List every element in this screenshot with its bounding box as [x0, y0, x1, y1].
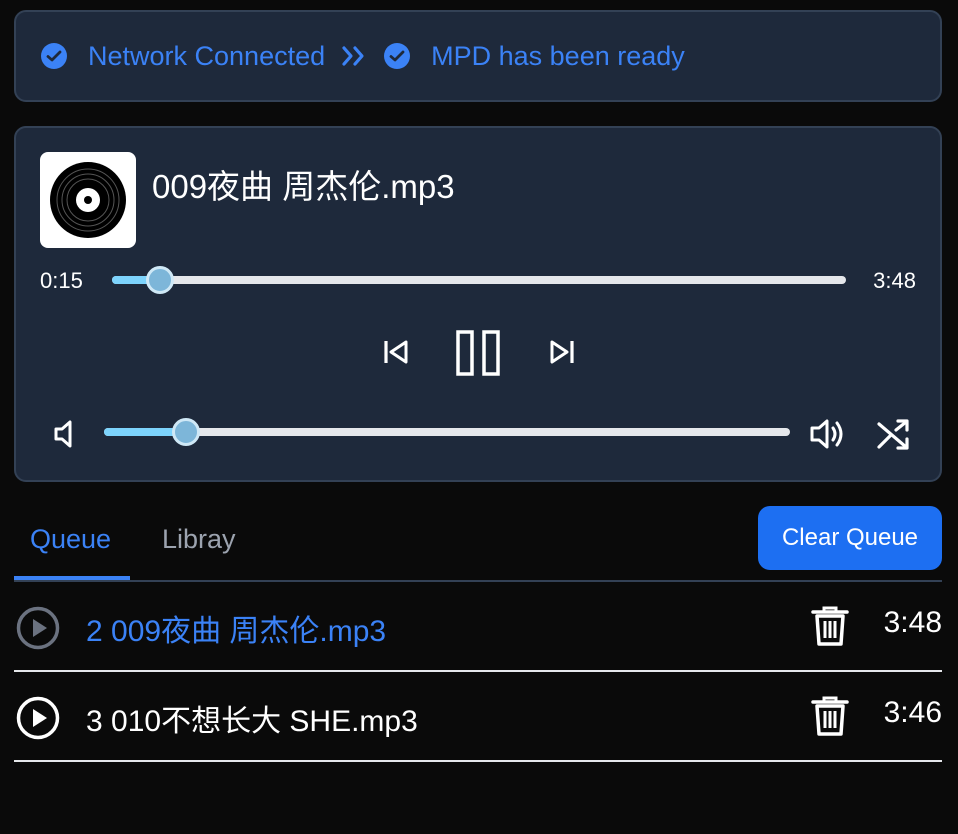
network-status: Network Connected [40, 41, 325, 72]
skip-next-icon [550, 340, 574, 364]
check-circle-icon [40, 42, 68, 70]
skip-previous-icon [384, 340, 408, 364]
vinyl-record-icon [50, 162, 126, 238]
trash-icon[interactable] [810, 604, 850, 648]
tab-queue[interactable]: Queue [30, 524, 111, 580]
pause-icon [456, 330, 500, 376]
previous-track-button[interactable] [378, 334, 414, 370]
progress-slider[interactable] [112, 266, 846, 294]
trash-icon[interactable] [810, 694, 850, 738]
mpd-status-text: MPD has been ready [431, 40, 685, 71]
check-circle-icon [383, 42, 411, 70]
play-circle-icon[interactable] [16, 606, 60, 650]
elapsed-time: 0:15 [40, 268, 83, 293]
active-tab-indicator [14, 576, 130, 580]
queue-item-duration: 3:48 [883, 606, 942, 639]
queue-item-label: 2 009夜曲 周杰伦.mp3 [86, 615, 387, 648]
next-track-button[interactable] [544, 334, 580, 370]
play-circle-icon[interactable] [16, 696, 60, 740]
queue-row[interactable]: 3 010不想长大 SHE.mp3 3:46 [14, 672, 942, 762]
tab-bar: Queue Libray Clear Queue [14, 506, 942, 582]
volume-mute-icon [54, 420, 72, 448]
now-playing-title: 009夜曲 周杰伦.mp3 [152, 168, 455, 205]
network-status-text: Network Connected [88, 40, 326, 71]
album-cover [40, 152, 136, 248]
mute-button[interactable] [50, 416, 80, 452]
shuffle-button[interactable] [874, 414, 914, 454]
volume-max-button[interactable] [808, 414, 848, 454]
pause-button[interactable] [454, 328, 502, 378]
clear-queue-button[interactable]: Clear Queue [758, 506, 942, 570]
queue-item-duration: 3:46 [883, 696, 942, 729]
player-card: 009夜曲 周杰伦.mp3 0:15 3:48 [14, 126, 942, 482]
queue-item-label: 3 010不想长大 SHE.mp3 [86, 705, 418, 738]
shuffle-icon [877, 419, 909, 450]
tab-library[interactable]: Libray [162, 524, 236, 580]
mpd-status: MPD has been ready [383, 41, 685, 72]
connection-status-bar: Network Connected MPD has been ready [14, 10, 942, 102]
volume-thumb[interactable] [172, 418, 200, 446]
volume-slider[interactable] [104, 418, 790, 446]
volume-up-icon [810, 419, 843, 449]
total-time: 3:48 [873, 268, 916, 293]
double-chevron-right-icon [340, 42, 368, 70]
queue-row[interactable]: 2 009夜曲 周杰伦.mp3 3:48 [14, 582, 942, 672]
progress-thumb[interactable] [146, 266, 174, 294]
